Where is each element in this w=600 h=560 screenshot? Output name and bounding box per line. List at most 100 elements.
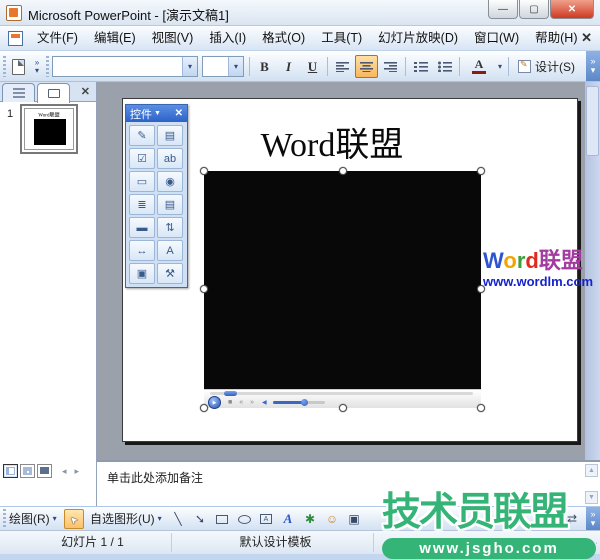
font-color-dropdown[interactable]: ▾ bbox=[495, 55, 505, 78]
panel-scrollbar[interactable]: ◂ ▸ bbox=[62, 466, 87, 477]
stop-button[interactable]: ■ bbox=[228, 399, 232, 406]
textbox-icon: A bbox=[260, 514, 272, 524]
slide-thumbnail[interactable]: Word联盟 bbox=[20, 104, 78, 154]
align-center-button[interactable] bbox=[355, 55, 378, 78]
formatting-toolbar-options[interactable]: » ▾ bbox=[586, 51, 600, 81]
autoshapes-menu-button[interactable]: 自选图形(U) ▾ bbox=[90, 507, 162, 530]
menu-edit[interactable]: 编辑(E) bbox=[86, 26, 144, 50]
insert-wordart-button[interactable]: A bbox=[278, 509, 298, 529]
design-template-indicator[interactable]: 默认设计模板 bbox=[178, 533, 374, 552]
volume-icon[interactable]: ◀ bbox=[262, 399, 267, 406]
label-control-button[interactable]: A bbox=[157, 240, 183, 261]
font-color-button[interactable]: A bbox=[464, 55, 494, 78]
align-right-button[interactable] bbox=[379, 55, 402, 78]
align-left-button[interactable] bbox=[331, 55, 354, 78]
toolbar-grip[interactable] bbox=[3, 509, 6, 528]
chevron-down-icon[interactable]: ▾ bbox=[182, 57, 197, 76]
selection-handle-top-left[interactable] bbox=[200, 167, 208, 175]
oval-tool-button[interactable] bbox=[234, 509, 254, 529]
draw-menu-button[interactable]: 绘图(R) ▾ bbox=[9, 507, 57, 530]
notes-placeholder[interactable]: 单击此处添加备注 bbox=[107, 469, 203, 486]
play-button[interactable]: ▶ bbox=[208, 396, 221, 409]
numbered-list-button[interactable] bbox=[409, 55, 432, 78]
option-button-control[interactable]: ◉ bbox=[157, 171, 183, 192]
tab-outline[interactable] bbox=[2, 83, 35, 102]
slideshow-view-button[interactable] bbox=[37, 464, 52, 478]
scroll-right-icon[interactable]: ▸ bbox=[75, 466, 80, 477]
selection-handle-bottom-left[interactable] bbox=[200, 404, 208, 412]
window-title: Microsoft PowerPoint - [演示文稿1] bbox=[28, 8, 229, 23]
slide-sorter-view-button[interactable] bbox=[20, 464, 35, 478]
menu-file[interactable]: 文件(F) bbox=[29, 26, 86, 50]
menu-window[interactable]: 窗口(W) bbox=[466, 26, 527, 50]
new-document-button[interactable] bbox=[7, 55, 30, 78]
close-button[interactable]: ✕ bbox=[550, 0, 594, 19]
insert-picture-button[interactable]: ▣ bbox=[344, 509, 364, 529]
toggle-button-control[interactable]: ▬ bbox=[129, 217, 155, 238]
arrow-tool-button[interactable]: ➘ bbox=[190, 509, 210, 529]
toolbar-grip[interactable] bbox=[3, 56, 6, 77]
menu-tools[interactable]: 工具(T) bbox=[313, 26, 370, 50]
combobox-control-button[interactable]: ▤ bbox=[157, 194, 183, 215]
scroll-up-icon[interactable]: ▲ bbox=[585, 464, 598, 477]
selection-handle-bottom-right[interactable] bbox=[477, 404, 485, 412]
selection-handle-top-center[interactable] bbox=[339, 167, 347, 175]
volume-thumb[interactable] bbox=[300, 399, 308, 406]
jsgho-title: 技术员联盟 bbox=[382, 491, 569, 534]
volume-slider[interactable] bbox=[272, 399, 325, 406]
bold-button[interactable]: B bbox=[253, 55, 276, 78]
selection-handle-mid-left[interactable] bbox=[200, 285, 208, 293]
font-size-combo[interactable]: ▾ bbox=[202, 56, 244, 77]
menu-help[interactable]: 帮助(H) bbox=[527, 26, 585, 50]
menu-insert[interactable]: 插入(I) bbox=[201, 26, 254, 50]
seek-thumb[interactable] bbox=[224, 391, 237, 396]
scrollbar-control-button[interactable]: ↔ bbox=[129, 240, 155, 261]
command-button-control[interactable]: ▭ bbox=[129, 171, 155, 192]
italic-button[interactable]: I bbox=[277, 55, 300, 78]
insert-diagram-button[interactable]: ✱ bbox=[300, 509, 320, 529]
bulleted-list-button[interactable] bbox=[433, 55, 456, 78]
toolbox-titlebar[interactable]: 控件 ▼ ✕ bbox=[126, 105, 187, 122]
video-object[interactable]: ▶ ■ « » ◀ bbox=[204, 171, 481, 409]
line-tool-button[interactable]: ╲ bbox=[168, 509, 188, 529]
spin-button-control[interactable]: ⇅ bbox=[157, 217, 183, 238]
next-button[interactable]: » bbox=[250, 399, 254, 406]
menu-view[interactable]: 视图(V) bbox=[144, 26, 202, 50]
toolbar-grip[interactable] bbox=[46, 56, 49, 77]
textbox-tool-button[interactable]: A bbox=[256, 509, 276, 529]
textbox-control-button[interactable]: ab bbox=[157, 148, 183, 169]
design-button[interactable]: 设计(S) bbox=[512, 55, 581, 78]
menu-format[interactable]: 格式(O) bbox=[254, 26, 313, 50]
minimize-button[interactable]: — bbox=[488, 0, 518, 19]
toolbox-close-icon[interactable]: ✕ bbox=[175, 108, 183, 119]
normal-view-button[interactable] bbox=[3, 464, 18, 478]
selection-handle-top-right[interactable] bbox=[477, 167, 485, 175]
more-controls-button[interactable]: ⚒ bbox=[157, 263, 183, 284]
image-control-button[interactable]: ▣ bbox=[129, 263, 155, 284]
insert-clipart-button[interactable]: ☺ bbox=[322, 509, 342, 529]
slide-title[interactable]: Word联盟 bbox=[201, 117, 463, 166]
scroll-left-icon[interactable]: ◂ bbox=[62, 466, 67, 477]
select-objects-button[interactable]: ➤ bbox=[64, 509, 84, 529]
scrollbar-thumb[interactable] bbox=[586, 86, 599, 156]
properties-button[interactable]: ▤ bbox=[157, 125, 183, 146]
rectangle-tool-button[interactable] bbox=[212, 509, 232, 529]
checkbox-control-button[interactable]: ☑ bbox=[129, 148, 155, 169]
tab-slides[interactable] bbox=[37, 83, 70, 103]
maximize-button[interactable]: ▢ bbox=[519, 0, 549, 19]
oval-icon bbox=[237, 514, 251, 524]
previous-button[interactable]: « bbox=[239, 399, 243, 406]
standard-toolbar-options[interactable]: » ▾ bbox=[31, 55, 43, 78]
slides-panel: ✕ 1 Word联盟 ◂ ▸ bbox=[0, 82, 97, 506]
selection-handle-bottom-center[interactable] bbox=[339, 404, 347, 412]
menu-slideshow[interactable]: 幻灯片放映(D) bbox=[370, 26, 466, 50]
chevron-down-icon[interactable]: ▼ bbox=[154, 110, 161, 117]
underline-button[interactable]: U bbox=[301, 55, 324, 78]
panel-close-icon[interactable]: ✕ bbox=[81, 85, 90, 98]
design-mode-button[interactable]: ✎ bbox=[129, 125, 155, 146]
seek-bar[interactable] bbox=[210, 391, 473, 396]
document-close-icon[interactable]: ✕ bbox=[581, 30, 592, 46]
font-name-combo[interactable]: ▾ bbox=[52, 56, 198, 77]
listbox-control-button[interactable]: ≣ bbox=[129, 194, 155, 215]
chevron-down-icon[interactable]: ▾ bbox=[228, 57, 243, 76]
